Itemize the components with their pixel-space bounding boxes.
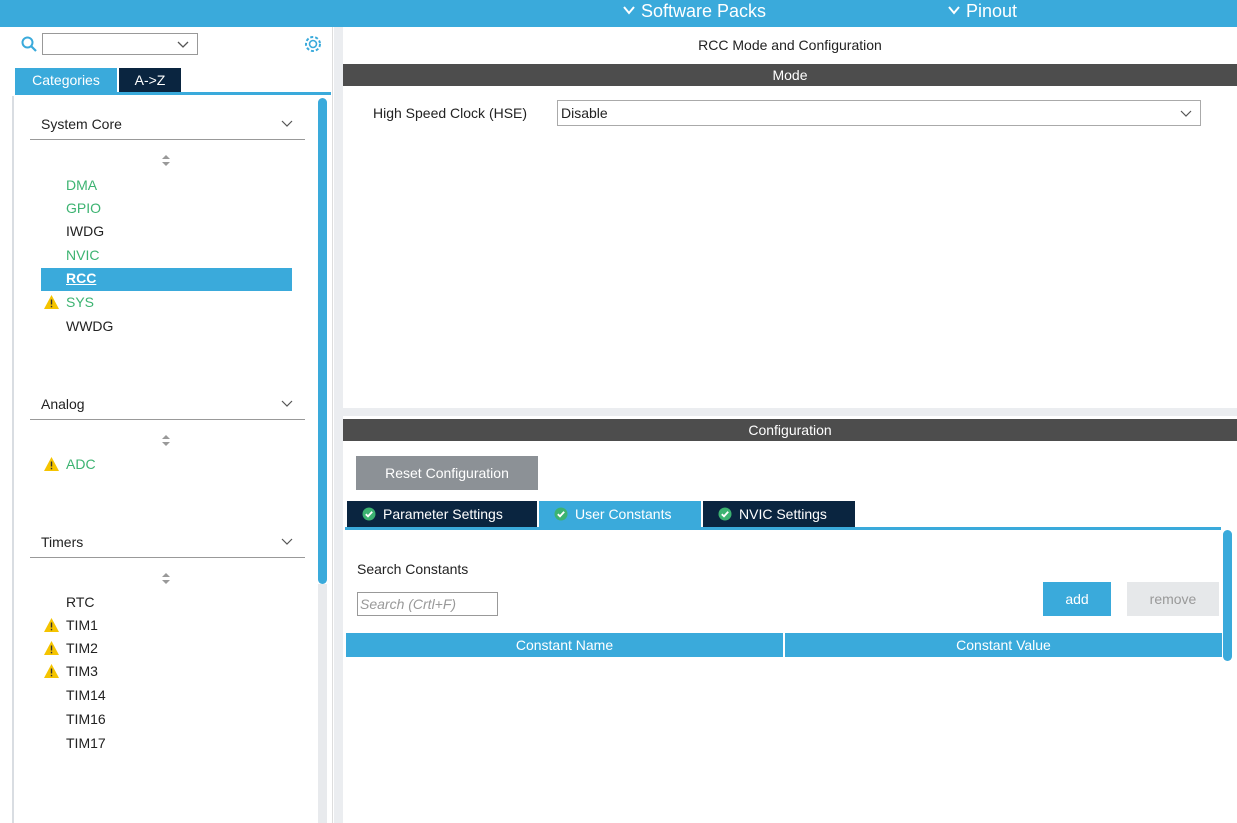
list-item-label: ADC [66,456,96,472]
menu-software-packs[interactable]: Software Packs [623,0,766,27]
sort-icon[interactable] [162,573,170,584]
list-item-label: NVIC [66,247,100,263]
column-header-constant-value[interactable]: Constant Value [785,633,1222,657]
mode-panel: RCC Mode and Configuration Mode High Spe… [343,27,1237,408]
warning-icon [44,457,59,471]
tab-label: Parameter Settings [383,506,503,522]
category-header-system-core[interactable]: System Core [30,112,305,140]
list-item-rtc[interactable]: RTC [41,592,292,615]
sort-icon[interactable] [162,435,170,446]
tab-label: NVIC Settings [739,506,827,522]
list-item-dma[interactable]: DMA [41,175,292,198]
warning-icon [44,641,59,655]
category-label: System Core [41,116,122,132]
list-item-label: RTC [66,594,95,610]
hse-select-value: Disable [561,105,608,121]
chevron-down-icon [281,400,293,407]
column-header-constant-name[interactable]: Constant Name [346,633,783,657]
list-item-nvic[interactable]: NVIC [41,245,292,268]
add-button[interactable]: add [1043,582,1111,616]
list-item-label: TIM14 [66,687,106,703]
tab-user-constants[interactable]: User Constants [539,501,701,527]
remove-button[interactable]: remove [1127,582,1219,616]
top-menu-bar: Software Packs Pinout [0,0,1237,27]
list-item-wwdg[interactable]: WWDG [41,316,292,339]
sidebar-search-combo[interactable] [42,33,198,55]
search-icon[interactable] [21,36,37,52]
list-item-tim16[interactable]: TIM16 [41,709,292,732]
list-item-label: RCC [66,270,97,286]
search-constants-label: Search Constants [357,561,469,577]
check-circle-icon [362,507,376,521]
chevron-down-icon [281,120,293,127]
list-item-label: SYS [66,294,95,310]
tab-nvic-settings[interactable]: NVIC Settings [703,501,855,527]
chevron-down-icon [623,6,635,15]
category-label: Timers [41,534,84,550]
search-constants-input[interactable]: Search (Crtl+F) [357,592,498,616]
menu-pinout[interactable]: Pinout [948,0,1017,27]
list-item-label: TIM17 [66,735,106,751]
gear-icon[interactable] [303,34,323,54]
hse-label: High Speed Clock (HSE) [373,105,528,121]
list-item-tim3[interactable]: TIM3 [41,661,292,684]
page-title: RCC Mode and Configuration [698,37,882,53]
configuration-panel: Configuration Reset Configuration Parame… [343,416,1237,823]
list-item-rcc[interactable]: RCC [41,268,292,291]
chevron-down-icon [1180,110,1192,117]
configuration-section-header: Configuration [343,419,1237,441]
list-item-iwdg[interactable]: IWDG [41,221,292,244]
list-item-label: DMA [66,177,98,193]
reset-configuration-button[interactable]: Reset Configuration [356,456,538,490]
check-circle-icon [554,507,568,521]
mode-section-header: Mode [343,64,1237,86]
tab-label: User Constants [575,506,672,522]
sidebar: Categories A->Z System Core DMA GPIO IWD… [0,27,333,823]
config-tabs-underline [345,527,1221,530]
sidebar-scrollbar-thumb[interactable] [318,98,327,584]
list-item-label: GPIO [66,200,102,216]
hse-select[interactable]: Disable [557,100,1201,126]
tab-parameter-settings[interactable]: Parameter Settings [347,501,537,527]
sort-icon[interactable] [162,155,170,166]
list-item-tim2[interactable]: TIM2 [41,638,292,661]
warning-icon [44,618,59,632]
menu-pinout-label: Pinout [966,1,1018,21]
sidebar-frame-line [12,96,14,823]
list-item-label: WWDG [66,318,114,334]
warning-icon [44,664,59,678]
check-circle-icon [718,507,732,521]
list-item-tim14[interactable]: TIM14 [41,685,292,708]
list-item-adc[interactable]: ADC [41,454,292,477]
category-header-analog[interactable]: Analog [30,392,305,420]
category-label: Analog [41,396,85,412]
list-item-sys[interactable]: SYS [41,292,292,315]
sidebar-scrollbar-track[interactable] [318,584,327,823]
menu-software-packs-label: Software Packs [641,1,767,21]
list-item-label: IWDG [66,223,105,239]
main-area: RCC Mode and Configuration Mode High Spe… [334,27,1237,823]
warning-icon [44,295,59,309]
chevron-down-icon [281,538,293,545]
list-item-label: TIM16 [66,711,106,727]
tab-categories[interactable]: Categories [15,68,117,92]
tab-a-to-z[interactable]: A->Z [119,68,181,92]
config-scrollbar-thumb[interactable] [1223,530,1232,661]
list-item-label: TIM3 [66,663,98,679]
chevron-down-icon [948,6,960,15]
list-item-tim17[interactable]: TIM17 [41,733,292,756]
list-item-label: TIM2 [66,640,98,656]
list-item-gpio[interactable]: GPIO [41,198,292,221]
list-item-label: TIM1 [66,617,98,633]
category-header-timers[interactable]: Timers [30,530,305,558]
sidebar-tabs-underline [15,92,331,95]
list-item-tim1[interactable]: TIM1 [41,615,292,638]
chevron-down-icon [177,41,189,48]
